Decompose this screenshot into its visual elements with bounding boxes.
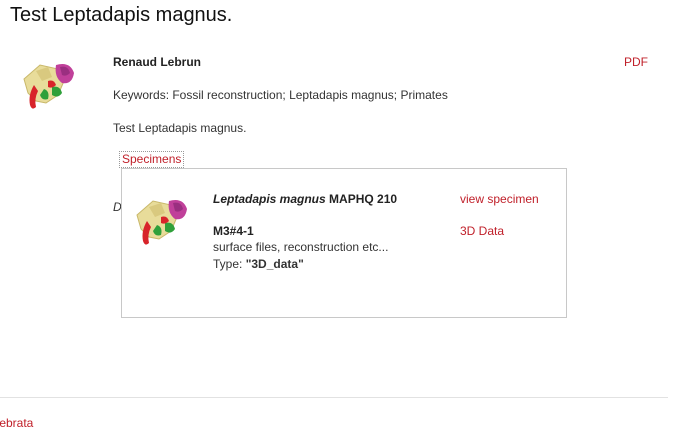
footer-link[interactable]: tebrata [0, 416, 33, 430]
specimen-name: Leptadapis magnus MAPHQ 210 [213, 192, 397, 206]
pdf-link[interactable]: PDF [624, 55, 648, 69]
skull-reconstruction-icon[interactable] [18, 55, 80, 117]
specimen-description: surface files, reconstruction etc... [213, 240, 389, 254]
specimen-type-value: "3D_data" [245, 257, 304, 271]
specimens-tab[interactable]: Specimens [119, 151, 185, 168]
specimen-code: MAPHQ 210 [329, 192, 398, 206]
specimen-type: Type: "3D_data" [213, 257, 304, 271]
3d-data-link[interactable]: 3D Data [460, 224, 504, 238]
specimen-popup: Leptadapis magnus MAPHQ 210 view specime… [121, 168, 567, 318]
divider [0, 397, 668, 398]
keywords-text: Keywords: Fossil reconstruction; Leptada… [113, 88, 448, 102]
view-specimen-link[interactable]: view specimen [460, 192, 539, 206]
specimen-type-prefix: Type: [213, 257, 246, 271]
specimen-species: Leptadapis magnus [213, 192, 326, 206]
skull-thumbnail-svg [23, 64, 74, 109]
skull-thumbnail-svg [136, 200, 187, 245]
skull-reconstruction-icon[interactable] [131, 191, 193, 253]
author-name: Renaud Lebrun [113, 55, 202, 69]
specimen-id: M3#4-1 [213, 224, 254, 238]
page-title: Test Leptadapis magnus. [10, 4, 233, 26]
article-description: Test Leptadapis magnus. [113, 121, 247, 135]
